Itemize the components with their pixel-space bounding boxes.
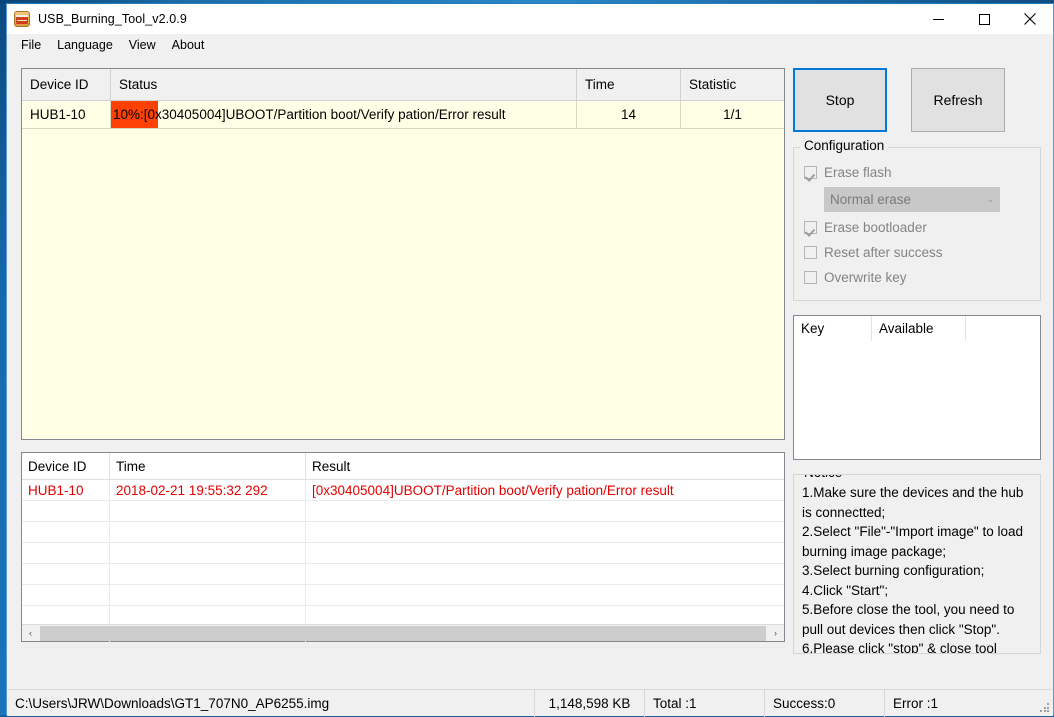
list-item-empty[interactable] (22, 522, 784, 543)
window-title: USB_Burning_Tool_v2.0.9 (38, 12, 187, 26)
status-image-path: C:\Users\JRW\Downloads\GT1_707N0_AP6255.… (7, 689, 535, 717)
usb-burning-tool-icon (14, 11, 30, 27)
checkbox-icon-overwrite-key[interactable] (804, 271, 817, 284)
log-row-device-id: HUB1-10 (22, 480, 110, 500)
log-list-table[interactable]: Device ID Time Result HUB1-10 2018-02-21… (21, 452, 785, 648)
key-column-header-key[interactable]: Key (794, 316, 872, 341)
device-row-device-id: HUB1-10 (22, 101, 111, 128)
log-table-header: Device ID Time Result (22, 453, 784, 480)
action-buttons: Stop Refresh (793, 68, 1041, 132)
device-list-table[interactable]: Device ID Status Time Statistic HUB1-10 … (21, 68, 785, 440)
list-item-empty[interactable] (22, 564, 784, 585)
key-column-header-available[interactable]: Available (872, 316, 966, 341)
checkbox-icon-erase-flash[interactable] (804, 166, 817, 179)
device-column-header-device-id[interactable]: Device ID (22, 69, 111, 100)
device-row-statistic: 1/1 (723, 107, 742, 122)
window-controls (915, 4, 1053, 34)
minimize-icon[interactable] (915, 4, 961, 34)
checkbox-icon-erase-bootloader[interactable] (804, 221, 817, 234)
checkbox-icon-reset-after-success[interactable] (804, 246, 817, 259)
device-row-time: 14 (577, 101, 681, 128)
list-item-empty[interactable] (22, 585, 784, 606)
menu-item-about[interactable]: About (164, 36, 213, 55)
maximize-icon[interactable] (961, 4, 1007, 34)
checkbox-label-overwrite-key: Overwrite key (824, 270, 907, 285)
scroll-left-icon[interactable]: ‹ (22, 625, 39, 641)
notice-group-title: Notice (800, 475, 847, 480)
log-row-result: [0x30405004]UBOOT/Partition boot/Verify … (312, 482, 674, 498)
notice-text: 1.Make sure the devices and the hub is c… (802, 485, 1024, 654)
close-glyph (1024, 13, 1036, 25)
device-table-header: Device ID Status Time Statistic (22, 69, 784, 101)
refresh-button[interactable]: Refresh (911, 68, 1005, 132)
log-row-time: 2018-02-21 19:55:32 292 (110, 480, 306, 500)
menu-item-file[interactable]: File (13, 36, 49, 55)
title-bar: USB_Burning_Tool_v2.0.9 (7, 4, 1053, 34)
status-success: Success:0 (765, 689, 885, 717)
list-item-empty[interactable] (22, 501, 784, 522)
configuration-group-title: Configuration (800, 138, 889, 153)
minimize-glyph (932, 18, 944, 20)
chevron-down-icon: ⌄ (986, 194, 994, 204)
menu-item-language[interactable]: Language (49, 36, 121, 55)
key-table-header: Key Available (794, 316, 1040, 342)
log-column-header-device-id[interactable]: Device ID (22, 453, 110, 479)
list-item[interactable]: HUB1-10 2018-02-21 19:55:32 292 [0x30405… (22, 480, 784, 501)
main-content: Device ID Status Time Statistic HUB1-10 … (7, 56, 1053, 717)
menu-item-view[interactable]: View (121, 36, 164, 55)
checkbox-label-reset-after-success: Reset after success (824, 245, 943, 260)
close-icon[interactable] (1007, 4, 1053, 34)
device-column-header-time[interactable]: Time (577, 69, 681, 100)
status-total: Total :1 (645, 689, 765, 717)
device-row-status-text: 10%:[0x30405004]UBOOT/Partition boot/Ver… (113, 107, 506, 122)
erase-mode-value: Normal erase (830, 192, 912, 207)
right-panel: Stop Refresh Configuration Erase flash N… (793, 68, 1041, 654)
device-column-header-statistic[interactable]: Statistic (681, 69, 784, 100)
checkbox-reset-after-success[interactable]: Reset after success (804, 240, 1030, 265)
checkbox-erase-bootloader[interactable]: Erase bootloader (804, 215, 1030, 240)
checkbox-label-erase-flash: Erase flash (824, 165, 892, 180)
checkbox-overwrite-key[interactable]: Overwrite key (804, 265, 1030, 290)
stop-button[interactable]: Stop (793, 68, 887, 132)
checkbox-label-erase-bootloader: Erase bootloader (824, 220, 927, 235)
configuration-group: Configuration Erase flash Normal erase ⌄… (793, 138, 1041, 301)
log-column-header-time[interactable]: Time (110, 453, 306, 479)
notice-group: Notice 1.Make sure the devices and the h… (793, 474, 1041, 654)
status-bar: C:\Users\JRW\Downloads\GT1_707N0_AP6255.… (7, 689, 1053, 717)
key-column-header-blank[interactable] (966, 316, 1040, 341)
log-horizontal-scrollbar[interactable]: ‹ › (22, 624, 784, 641)
resize-grip[interactable] (1040, 703, 1050, 713)
checkbox-erase-flash[interactable]: Erase flash (804, 160, 1030, 185)
menu-bar: File Language View About (7, 34, 1053, 56)
status-error: Error :1 (893, 695, 939, 711)
log-column-header-result[interactable]: Result (306, 453, 784, 479)
maximize-glyph (978, 13, 990, 25)
table-row[interactable]: HUB1-10 10%:[0x30405004]UBOOT/Partition … (22, 101, 784, 129)
key-list-table[interactable]: Key Available (793, 315, 1041, 460)
scrollbar-thumb[interactable] (40, 625, 766, 641)
device-column-header-status[interactable]: Status (111, 69, 577, 100)
list-item-empty[interactable] (22, 543, 784, 564)
application-window: USB_Burning_Tool_v2.0.9 File Language Vi… (6, 3, 1054, 717)
status-image-size: 1,148,598 KB (535, 689, 645, 717)
scroll-right-icon[interactable]: › (767, 625, 784, 641)
erase-mode-dropdown[interactable]: Normal erase ⌄ (824, 187, 1000, 212)
device-row-status: 10%:[0x30405004]UBOOT/Partition boot/Ver… (111, 101, 577, 128)
